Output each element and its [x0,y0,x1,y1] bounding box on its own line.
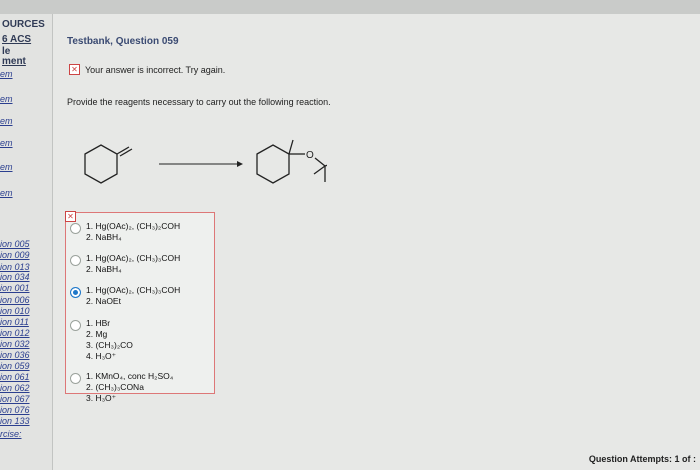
reactant-methylenecyclohexane [84,144,133,184]
question-attempts: Question Attempts: 1 of : [588,454,696,464]
option-text: 1. Hg(OAc)₂, (CH₃)₃COH 2. NaOEt [86,285,180,307]
option-line: 1. Hg(OAc)₂, (CH₃)₃COH [86,253,181,263]
option-line: 2. NaOEt [86,296,121,306]
sidebar-item-link[interactable]: ion 061 [0,372,30,382]
sidebar-item-link[interactable]: ion 001 [0,283,30,293]
sidebar-item-link[interactable]: ion 012 [0,328,30,338]
sidebar-heading-resources: OURCES [2,19,45,30]
sidebar-item-link[interactable]: ion 062 [0,383,30,393]
option-radio[interactable] [70,320,81,331]
incorrect-x-icon: ✕ [69,64,80,75]
oxygen-atom-label: O [306,150,314,161]
option-line: 2. Mg [86,329,108,339]
option-text: 1. Hg(OAc)₂, (CH₃)₃COH 2. NaBH₄ [86,253,180,275]
sidebar-item-link[interactable]: em [0,188,13,198]
option-text: 1. HBr 2. Mg 3. (CH₃)₂CO 4. H₃O⁺ [86,318,133,362]
sidebar-item-link[interactable]: ion 006 [0,295,30,305]
option-radio[interactable] [70,223,81,234]
sidebar-item-link[interactable]: ion 013 [0,262,30,272]
option-line: 4. H₃O⁺ [86,351,117,361]
option-line: 2. NaBH₄ [86,232,122,242]
answer-option[interactable]: 1. Hg(OAc)₂, (CH₃)₂COH 2. NaBH₄ [70,221,180,243]
option-radio[interactable] [70,255,81,266]
sidebar-item-link[interactable]: ion 032 [0,339,30,349]
sidebar-item-link[interactable]: ion 034 [0,272,30,282]
screen: OURCES 6 ACS le ment em em em em em em ion 005… [0,0,700,470]
feedback-text: Your answer is incorrect. Try again. [85,64,226,75]
option-line: 2. NaBH₄ [86,264,122,274]
sidebar-item-link[interactable]: em [0,69,13,79]
sidebar-item-link[interactable]: ion 011 [0,317,29,327]
feedback-message: ✕ Your answer is incorrect. Try again. [69,64,225,75]
sidebar-item-link[interactable]: ion 036 [0,350,30,360]
sidebar-item-link[interactable]: em [0,138,13,148]
answer-option[interactable]: 1. KMnO₄, conc H₂SO₄ 2. (CH₃)₃CONa 3. H₃O⁺ [70,371,173,404]
resources-sidebar: OURCES 6 ACS le ment em em em em em em ion 005… [0,14,53,470]
sidebar-item-link[interactable]: ion 067 [0,394,30,404]
sidebar-heading-ment[interactable]: ment [2,56,26,67]
question-panel: Testbank, Question 059 ✕ Your answer is … [53,14,700,470]
reaction-arrow [159,161,243,167]
option-radio[interactable] [70,287,81,298]
option-line: 1. KMnO₄, conc H₂SO₄ [86,371,174,381]
sidebar-item-link[interactable]: em [0,162,13,172]
option-radio[interactable] [70,373,81,384]
sidebar-item-link[interactable]: ion 076 [0,405,30,415]
option-line: 2. (CH₃)₃CONa [86,382,144,392]
question-title: Testbank, Question 059 [67,36,179,47]
sidebar-heading-acs[interactable]: 6 ACS [2,34,31,45]
sidebar-item-link[interactable]: ion 010 [0,306,30,316]
answer-option[interactable]: 1. Hg(OAc)₂, (CH₃)₃COH 2. NaBH₄ [70,253,180,275]
option-text: 1. KMnO₄, conc H₂SO₄ 2. (CH₃)₃CONa 3. H₃O⁺ [86,371,173,404]
answer-option[interactable]: 1. Hg(OAc)₂, (CH₃)₃COH 2. NaOEt [70,285,180,307]
option-line: 3. (CH₃)₂CO [86,340,133,350]
sidebar-item-link[interactable]: ion 009 [0,250,30,260]
option-line: 3. H₃O⁺ [86,393,117,403]
sidebar-item-link[interactable]: em [0,94,13,104]
option-line: 1. Hg(OAc)₂, (CH₃)₂COH [86,221,181,231]
answer-option[interactable]: 1. HBr 2. Mg 3. (CH₃)₂CO 4. H₃O⁺ [70,318,133,362]
browser-top-bar [0,0,700,14]
sidebar-item-link[interactable]: ion 133 [0,416,30,426]
product-tert-butyl-ether [256,139,327,184]
reaction-scheme: O [84,139,327,184]
sidebar-item-link[interactable]: ion 059 [0,361,30,371]
sidebar-item-link[interactable]: ion 005 [0,239,30,249]
sidebar-item-link[interactable]: rcise: [0,429,22,439]
option-line: 1. HBr [86,318,111,328]
option-line: 1. Hg(OAc)₂, (CH₃)₃COH [86,285,181,295]
sidebar-item-link[interactable]: em [0,116,13,126]
question-prompt: Provide the reagents necessary to carry … [67,97,331,107]
option-text: 1. Hg(OAc)₂, (CH₃)₂COH 2. NaBH₄ [86,221,180,243]
answer-choices: ✕ 1. Hg(OAc)₂, (CH₃)₂COH 2. NaBH₄ 1. Hg(OA… [65,211,215,403]
